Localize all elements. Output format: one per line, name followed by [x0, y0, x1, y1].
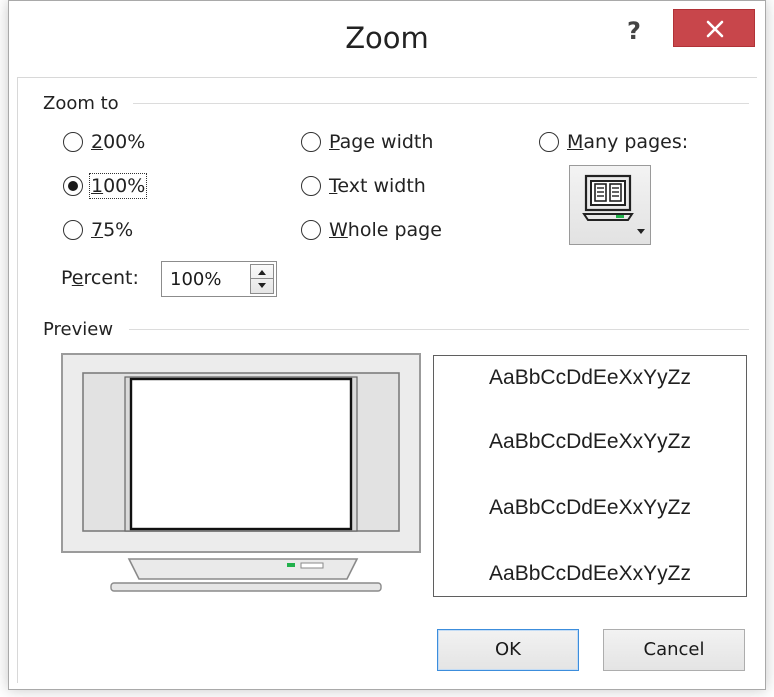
radio-button-whole-page[interactable] — [301, 220, 321, 240]
radio-button-200[interactable] — [63, 132, 83, 152]
radio-button-75[interactable] — [63, 220, 83, 240]
zoom-dialog: Zoom ? Zoom to 200% 100% 75% Page width … — [8, 0, 766, 690]
radio-page-width[interactable]: Page width — [301, 131, 433, 153]
radio-label-text-width: Text width — [329, 175, 426, 197]
help-button[interactable]: ? — [621, 15, 647, 47]
radio-button-many-pages[interactable] — [539, 132, 559, 152]
radio-label-200: 200% — [91, 131, 146, 153]
radio-button-100[interactable] — [63, 176, 83, 196]
radio-label-75: 75% — [91, 219, 134, 241]
radio-zoom-75[interactable]: 75% — [63, 219, 133, 241]
radio-label-many-pages: Many pages: — [567, 131, 689, 153]
ok-button[interactable]: OK — [437, 629, 579, 671]
font-sample: AaBbCcDdEeXxYyZz — [489, 366, 691, 389]
many-pages-picker-button[interactable] — [569, 165, 651, 245]
percent-increment-button[interactable] — [251, 265, 273, 279]
cancel-button[interactable]: Cancel — [603, 629, 745, 671]
triangle-down-icon — [258, 283, 266, 288]
preview-group-label: Preview — [43, 319, 114, 340]
radio-zoom-200[interactable]: 200% — [63, 131, 145, 153]
font-sample: AaBbCcDdEeXxYyZz — [489, 430, 691, 453]
close-icon — [706, 20, 724, 38]
radio-text-width[interactable]: Text width — [301, 175, 426, 197]
close-button[interactable] — [673, 9, 755, 47]
radio-label-whole-page: Whole page — [329, 219, 442, 241]
font-preview-box: AaBbCcDdEeXxYyZz AaBbCcDdEeXxYyZz AaBbCc… — [433, 355, 747, 597]
font-sample: AaBbCcDdEeXxYyZz — [489, 496, 691, 519]
percent-stepper[interactable] — [250, 264, 274, 294]
chevron-down-icon — [637, 229, 645, 234]
zoom-to-separator — [133, 103, 749, 104]
radio-label-100: 100% — [88, 173, 148, 199]
radio-whole-page[interactable]: Whole page — [301, 219, 442, 241]
radio-zoom-100[interactable]: 100% — [63, 173, 148, 199]
dialog-title: Zoom — [345, 21, 429, 55]
preview-monitor-image — [61, 353, 421, 592]
title-bar: Zoom ? — [9, 1, 765, 77]
percent-label: Percent: — [61, 267, 139, 289]
font-sample: AaBbCcDdEeXxYyZz — [489, 562, 691, 585]
percent-input[interactable] — [162, 262, 242, 296]
monitor-pages-icon — [582, 174, 634, 221]
zoom-to-group-label: Zoom to — [43, 93, 119, 114]
radio-button-page-width[interactable] — [301, 132, 321, 152]
triangle-up-icon — [258, 270, 266, 275]
percent-spinbox[interactable] — [161, 261, 277, 297]
radio-many-pages[interactable]: Many pages: — [539, 131, 688, 153]
radio-label-page-width: Page width — [329, 131, 434, 153]
radio-button-text-width[interactable] — [301, 176, 321, 196]
preview-separator — [129, 329, 749, 330]
percent-decrement-button[interactable] — [251, 279, 273, 293]
